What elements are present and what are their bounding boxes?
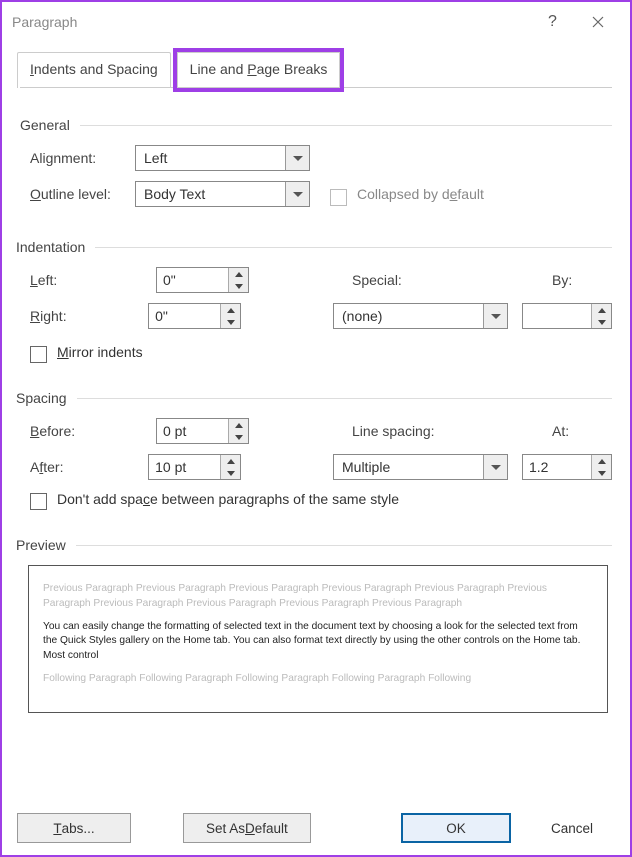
chevron-down-icon[interactable] bbox=[285, 146, 309, 170]
tabs-button[interactable]: Tabs... bbox=[17, 813, 131, 843]
spin-down-icon[interactable] bbox=[221, 316, 240, 328]
indent-right-label: Right: bbox=[30, 308, 148, 324]
ok-button[interactable]: OK bbox=[401, 813, 511, 843]
preview-following-text: Following Paragraph Following Paragraph … bbox=[43, 672, 593, 687]
alignment-combo[interactable]: Left bbox=[135, 145, 310, 171]
chevron-down-icon[interactable] bbox=[285, 182, 309, 206]
special-label: Special: bbox=[352, 272, 447, 288]
chevron-down-icon[interactable] bbox=[483, 455, 507, 479]
indent-left-label: Left: bbox=[30, 272, 156, 288]
indent-right-input[interactable]: 0" bbox=[148, 303, 241, 329]
collapsed-label: Collapsed by default bbox=[357, 186, 484, 202]
chevron-down-icon[interactable] bbox=[483, 304, 507, 328]
mirror-indents-label: Mirror indents bbox=[57, 344, 143, 360]
spin-down-icon[interactable] bbox=[229, 280, 248, 292]
spin-up-icon[interactable] bbox=[221, 304, 240, 316]
spin-down-icon[interactable] bbox=[229, 431, 248, 443]
at-input[interactable]: 1.2 bbox=[522, 454, 612, 480]
line-spacing-label: Line spacing: bbox=[352, 423, 482, 439]
spin-up-icon[interactable] bbox=[229, 268, 248, 280]
space-after-input[interactable]: 10 pt bbox=[148, 454, 241, 480]
tab-strip: Indents and Spacing Line and Page Breaks bbox=[2, 42, 630, 88]
spin-down-icon[interactable] bbox=[592, 467, 611, 479]
group-general: General Alignment: Left Outline level: B… bbox=[20, 117, 612, 207]
space-before-label: Before: bbox=[30, 423, 156, 439]
spin-up-icon[interactable] bbox=[229, 419, 248, 431]
space-before-input[interactable]: 0 pt bbox=[156, 418, 249, 444]
special-combo[interactable]: (none) bbox=[333, 303, 508, 329]
tab-line-page-breaks[interactable]: Line and Page Breaks bbox=[177, 52, 341, 88]
indent-left-input[interactable]: 0" bbox=[156, 267, 249, 293]
group-preview-label: Preview bbox=[16, 537, 66, 553]
window-title: Paragraph bbox=[12, 14, 77, 30]
mirror-indents-checkbox[interactable] bbox=[30, 346, 47, 363]
close-button[interactable] bbox=[575, 7, 620, 37]
spin-down-icon[interactable] bbox=[221, 467, 240, 479]
spin-up-icon[interactable] bbox=[592, 304, 611, 316]
preview-previous-text: Previous Paragraph Previous Paragraph Pr… bbox=[43, 582, 593, 612]
outline-level-label: Outline level: bbox=[30, 186, 135, 202]
tab-indents-spacing[interactable]: Indents and Spacing bbox=[17, 52, 171, 88]
preview-sample-text: You can easily change the formatting of … bbox=[43, 620, 593, 664]
group-general-label: General bbox=[20, 117, 70, 133]
button-row: Tabs... Set As Default OK Cancel bbox=[17, 813, 615, 843]
group-spacing-label: Spacing bbox=[16, 390, 67, 406]
collapsed-checkbox bbox=[330, 189, 347, 206]
outline-level-combo[interactable]: Body Text bbox=[135, 181, 310, 207]
cancel-button[interactable]: Cancel bbox=[529, 813, 615, 843]
by-input[interactable] bbox=[522, 303, 612, 329]
spin-up-icon[interactable] bbox=[592, 455, 611, 467]
spin-up-icon[interactable] bbox=[221, 455, 240, 467]
group-indentation-label: Indentation bbox=[16, 239, 85, 255]
close-icon bbox=[592, 16, 604, 28]
spin-down-icon[interactable] bbox=[592, 316, 611, 328]
preview-box: Previous Paragraph Previous Paragraph Pr… bbox=[28, 565, 608, 713]
group-spacing: Spacing Before: 0 pt Line spacing: At: A… bbox=[20, 390, 612, 507]
set-default-button[interactable]: Set As Default bbox=[183, 813, 311, 843]
group-preview: Preview Previous Paragraph Previous Para… bbox=[20, 537, 612, 713]
dont-add-space-checkbox[interactable] bbox=[30, 493, 47, 510]
line-spacing-combo[interactable]: Multiple bbox=[333, 454, 508, 480]
help-button[interactable]: ? bbox=[530, 7, 575, 37]
space-after-label: After: bbox=[30, 459, 148, 475]
dont-add-space-label: Don't add space between paragraphs of th… bbox=[57, 491, 399, 507]
group-indentation: Indentation Left: 0" Special: By: Right:… bbox=[20, 239, 612, 360]
by-label: By: bbox=[552, 272, 612, 288]
at-label: At: bbox=[552, 423, 612, 439]
alignment-label: Alignment: bbox=[30, 150, 135, 166]
title-bar: Paragraph ? bbox=[2, 2, 630, 42]
